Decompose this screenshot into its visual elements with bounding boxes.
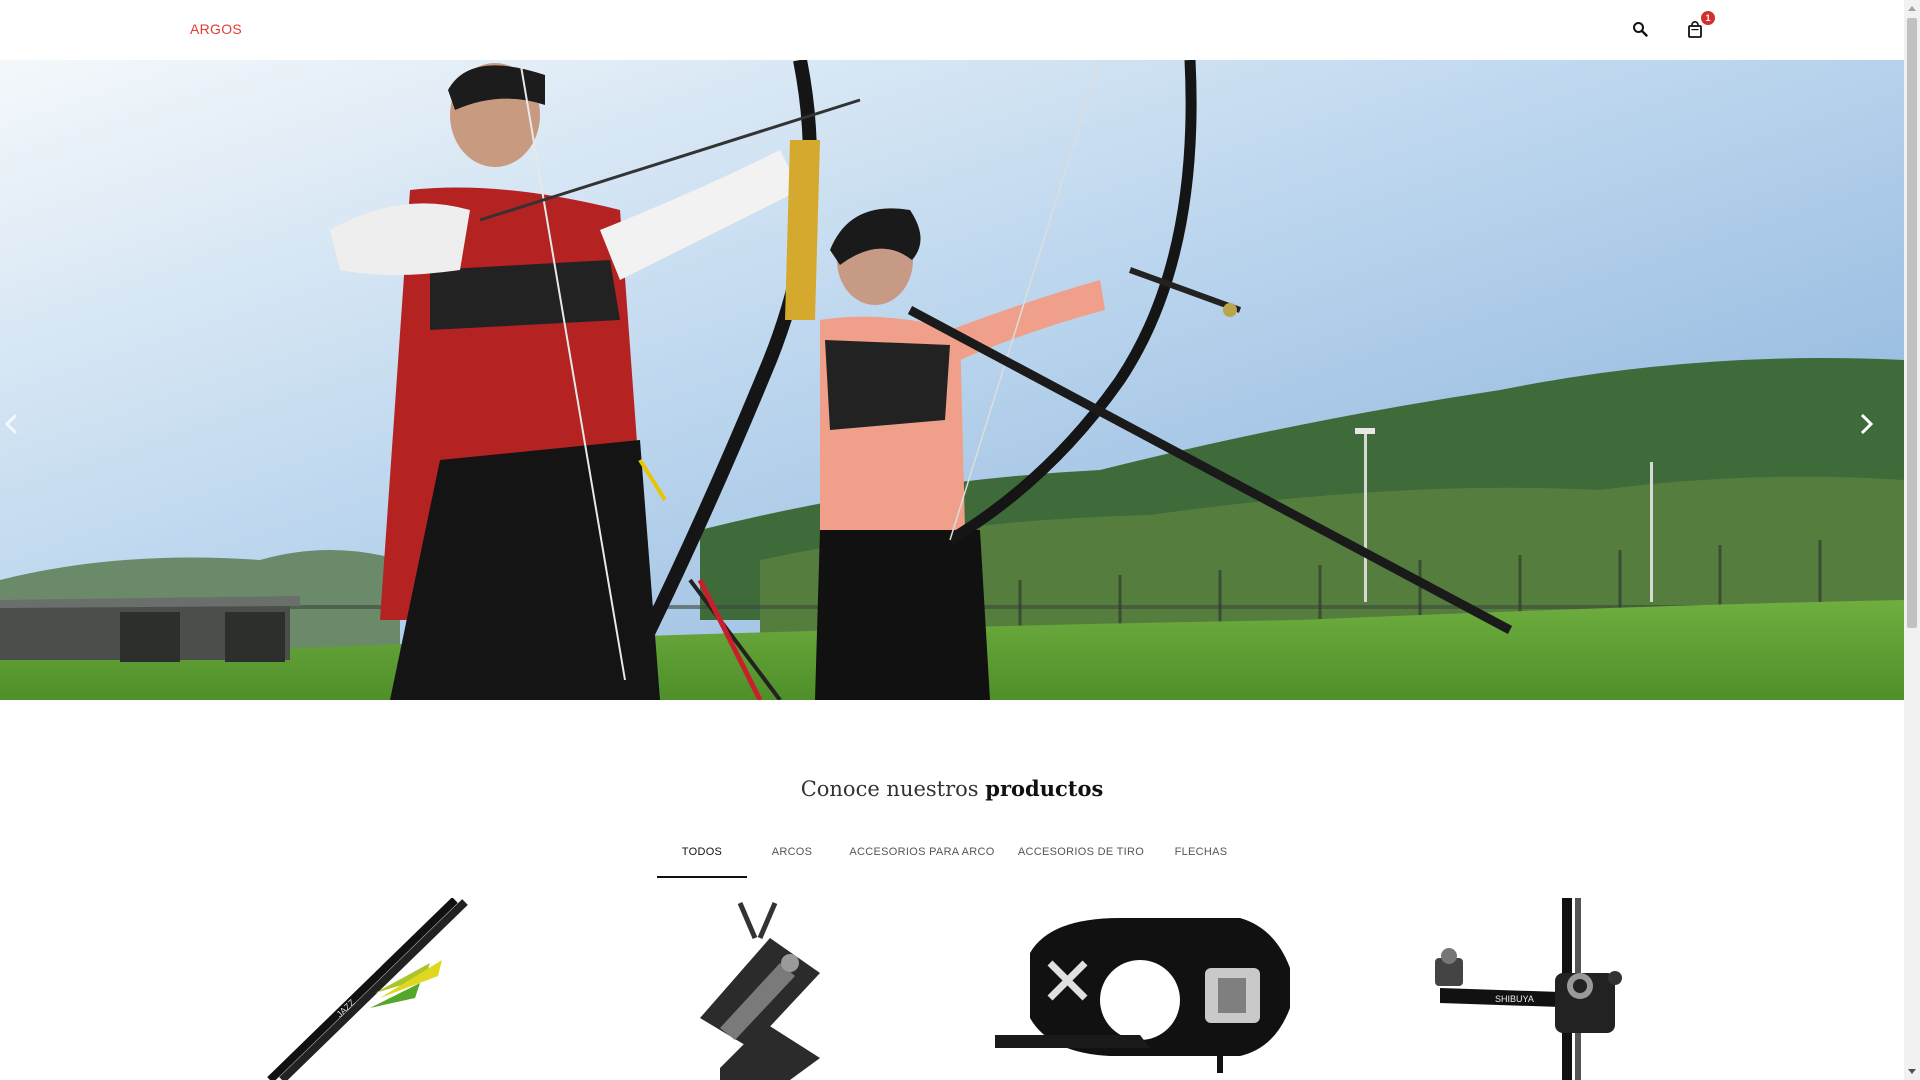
- product-card-quiver[interactable]: [680, 898, 840, 1080]
- shopping-bag-icon: [1688, 20, 1702, 38]
- sight-brand-text: SHIBUYA: [1495, 994, 1534, 1004]
- product-card-arrows[interactable]: JAZZ: [260, 898, 490, 1080]
- page-scrollbar[interactable]: [1904, 0, 1920, 1080]
- product-card-bow-sight[interactable]: SHIBUYA: [1425, 898, 1635, 1080]
- scroll-down-button[interactable]: [1904, 1064, 1920, 1080]
- product-image-arrow-rest: [995, 918, 1290, 1073]
- products-title-bold: productos: [985, 776, 1104, 801]
- scroll-down-arrow-icon: [1908, 1069, 1916, 1074]
- product-image-bow-sight: SHIBUYA: [1435, 898, 1622, 1080]
- product-image-quiver: [700, 902, 820, 1080]
- chevron-right-icon: [1860, 413, 1874, 435]
- tab-accesorios-de-tiro[interactable]: ACCESORIOS DE TIRO: [1012, 838, 1150, 878]
- scrollbar-thumb[interactable]: [1907, 18, 1917, 628]
- cart-count-badge: 1: [1701, 11, 1715, 25]
- chevron-left-icon: [4, 413, 18, 435]
- scroll-up-arrow-icon: [1908, 6, 1916, 11]
- hero-carousel: [0, 60, 1904, 700]
- tab-todos[interactable]: TODOS: [657, 838, 747, 878]
- brand-logo-link[interactable]: ARGOS: [190, 21, 242, 37]
- search-button[interactable]: [1627, 16, 1653, 42]
- products-title-prefix: Conoce nuestros: [800, 777, 979, 801]
- tab-accesorios-para-arco[interactable]: ACCESORIOS PARA ARCO: [848, 838, 996, 878]
- scroll-up-button[interactable]: [1904, 0, 1920, 16]
- tab-flechas[interactable]: FLECHAS: [1166, 838, 1236, 878]
- product-image-arrows: JAZZ: [267, 898, 468, 1080]
- carousel-prev-button[interactable]: [4, 413, 44, 453]
- product-category-tabs: TODOS ARCOS ACCESORIOS PARA ARCO ACCESOR…: [0, 838, 1904, 878]
- product-card-arrow-rest[interactable]: [990, 898, 1300, 1080]
- carousel-next-button[interactable]: [1858, 413, 1898, 453]
- search-icon: [1633, 22, 1648, 37]
- site-header: ARGOS 1: [0, 0, 1904, 60]
- hero-image: [0, 60, 1904, 700]
- tab-arcos[interactable]: ARCOS: [752, 838, 832, 878]
- products-section-title: Conoce nuestros productos: [0, 776, 1904, 801]
